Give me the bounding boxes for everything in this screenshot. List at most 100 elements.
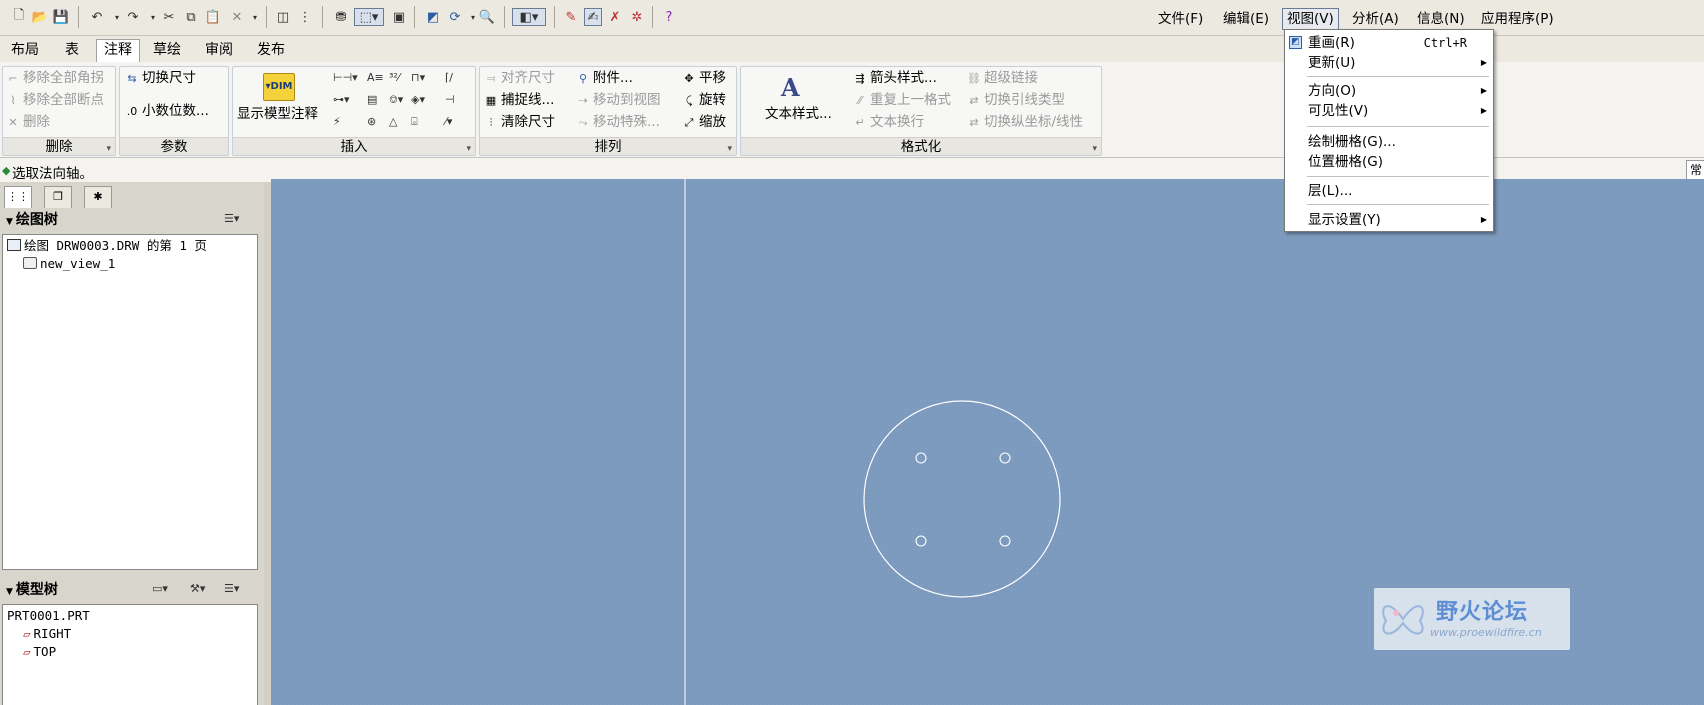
menu-edit[interactable]: 编辑(E) xyxy=(1219,8,1273,30)
tab-table[interactable]: 表 xyxy=(58,39,86,62)
menu-view[interactable]: 视图(V) xyxy=(1282,8,1339,30)
dimension-icon[interactable]: ⊢⊣▾ xyxy=(333,71,358,84)
note-icon[interactable]: A≡ xyxy=(367,71,384,84)
annotation-display-icon[interactable]: ✎ xyxy=(562,8,580,26)
properties-icon[interactable]: ▣ xyxy=(390,8,408,26)
tree-item-datum[interactable]: ▱ RIGHT xyxy=(23,625,71,643)
custom-symbol-icon[interactable]: ⁄▾ xyxy=(445,115,452,128)
redo-icon[interactable]: ↷ xyxy=(124,8,142,26)
gtol-icon[interactable]: ▤ xyxy=(367,93,377,106)
point-display-icon[interactable]: ✗ xyxy=(606,8,624,26)
filter-button[interactable]: 常 xyxy=(1686,160,1704,180)
delete-button[interactable]: ✕ 删除 xyxy=(6,111,50,133)
menu-file[interactable]: 文件(F) xyxy=(1154,8,1207,30)
scale-button[interactable]: ⤢ 缩放 xyxy=(682,111,726,133)
text-style-button[interactable]: 文本样式... xyxy=(765,103,832,125)
arrow-style-button[interactable]: ⇶ 箭头样式... xyxy=(853,67,936,89)
datum-feature-icon[interactable]: ⌈/ xyxy=(445,71,453,84)
bolt-hole[interactable] xyxy=(999,452,1011,464)
copy-icon[interactable]: ⧉ xyxy=(182,8,200,26)
tools-icon[interactable]: ⚒▾ xyxy=(190,582,205,598)
hyperlink-button[interactable]: ⛓ 超级链接 xyxy=(967,67,1038,89)
balloon-icon[interactable]: ◈▾ xyxy=(411,93,425,106)
delete-icon[interactable]: ✕ xyxy=(228,8,246,26)
zoom-icon[interactable]: 🔍 xyxy=(478,8,496,26)
remove-all-breaks-button[interactable]: ⌇ 移除全部断点 xyxy=(6,89,104,111)
remove-all-jogs-button[interactable]: ⌐ 移除全部角拐 xyxy=(6,67,104,89)
ordinate-icon[interactable]: ⚡ xyxy=(333,115,341,128)
tree-settings-icon[interactable]: ☰▾ xyxy=(224,212,239,228)
new-file-icon[interactable]: 🗋 xyxy=(10,8,28,26)
tree-item-drawing[interactable]: 绘图 DRW0003.DRW 的第 1 页 xyxy=(7,237,207,255)
bolt-hole[interactable] xyxy=(915,452,927,464)
weld-icon[interactable]: △ xyxy=(389,115,397,128)
tree-icon[interactable]: ⋮ xyxy=(296,8,314,26)
undo-icon[interactable]: ↶ xyxy=(88,8,106,26)
bolt-hole[interactable] xyxy=(999,535,1011,547)
show-model-annotations-icon[interactable]: ▾DIM xyxy=(263,73,295,101)
rotate-button[interactable]: ⤹ 旋转 xyxy=(682,89,726,111)
move-special-button[interactable]: ⤳ 移动特殊... xyxy=(576,111,660,133)
datum-display-icon[interactable]: ✍ xyxy=(584,8,602,26)
datum-target-icon[interactable]: ⊛ xyxy=(367,115,376,128)
menu-item-visibility[interactable]: 可见性(V) ▶ xyxy=(1285,101,1493,121)
ordinate-dim-icon[interactable]: ⊓▾ xyxy=(411,71,425,84)
refresh-icon[interactable]: ⟳ xyxy=(446,8,464,26)
toggle-dimension-button[interactable]: ⇆ 切换尺寸 xyxy=(125,67,196,89)
group-expand-icon[interactable]: ▾ xyxy=(106,144,111,154)
tree-item-view[interactable]: new_view_1 xyxy=(23,255,115,273)
layers-icon[interactable]: ◫ xyxy=(274,8,292,26)
tab-publish[interactable]: 发布 xyxy=(250,39,292,62)
toggle-ordinate-linear-button[interactable]: ⇄ 切换纵坐标/线性 xyxy=(967,111,1083,133)
menu-item-update[interactable]: 更新(U) ▶ xyxy=(1285,53,1493,73)
delete-dropdown-icon[interactable]: ▾ xyxy=(246,8,264,26)
group-expand-icon[interactable]: ▾ xyxy=(466,144,471,154)
menu-applications[interactable]: 应用程序(P) xyxy=(1477,8,1558,30)
find-icon[interactable]: ⛃ xyxy=(332,8,350,26)
text-style-icon[interactable]: A xyxy=(781,73,800,102)
cleanup-dimensions-button[interactable]: ⫶ 清除尺寸 xyxy=(484,111,555,133)
tab-review[interactable]: 审阅 xyxy=(198,39,240,62)
save-icon[interactable]: 💾 xyxy=(52,8,70,26)
show-model-annotations-button[interactable]: 显示模型注释 xyxy=(237,103,318,125)
tab-sketch[interactable]: 草绘 xyxy=(146,39,188,62)
move-to-view-button[interactable]: ⇢ 移动到视图 xyxy=(576,89,660,111)
tab-folder-browser[interactable]: ❐ xyxy=(44,186,72,208)
attachment-button[interactable]: ⚲ 附件... xyxy=(576,67,633,89)
tree-item-datum[interactable]: ▱ TOP xyxy=(23,643,56,661)
menu-analysis[interactable]: 分析(A) xyxy=(1348,8,1403,30)
surface-finish-icon[interactable]: ³²⁄ xyxy=(389,71,400,84)
bolt-hole[interactable] xyxy=(915,535,927,547)
repeat-last-format-button[interactable]: ⁄⁄ 重复上一格式 xyxy=(853,89,951,111)
tree-item-part[interactable]: PRT0001.PRT xyxy=(7,607,90,625)
menu-item-layers[interactable]: 层(L)... xyxy=(1285,181,1493,201)
align-dimensions-button[interactable]: ⫤ 对齐尺寸 xyxy=(484,67,555,89)
snap-lines-button[interactable]: ▦ 捕捉线... xyxy=(484,89,555,111)
open-folder-icon[interactable]: 📂 xyxy=(31,8,49,26)
menu-item-position-grid[interactable]: 位置栅格(G) xyxy=(1285,152,1493,172)
axis-icon[interactable]: ⊣ xyxy=(445,93,455,106)
show-icon[interactable]: ▭▾ xyxy=(152,582,168,598)
toggle-leader-type-button[interactable]: ⇄ 切换引线类型 xyxy=(967,89,1065,111)
tab-model-tree[interactable]: ⋮⋮ xyxy=(4,186,32,208)
paste-icon[interactable]: 📋 xyxy=(204,8,222,26)
select-box-icon[interactable]: ⬚▾ xyxy=(354,8,384,26)
tab-favorites[interactable]: ✱ xyxy=(84,186,112,208)
menu-info[interactable]: 信息(N) xyxy=(1413,8,1469,30)
collapse-icon[interactable]: ▼ xyxy=(6,587,13,597)
pan-button[interactable]: ✥ 平移 xyxy=(682,67,726,89)
symbol-icon[interactable]: ⎊▾ xyxy=(389,93,403,107)
group-expand-icon[interactable]: ▾ xyxy=(1092,144,1097,154)
reference-dim-icon[interactable]: ⊶▾ xyxy=(333,93,350,106)
decimal-places-button[interactable]: .0 小数位数... xyxy=(125,100,209,122)
csys-display-icon[interactable]: ✲ xyxy=(628,8,646,26)
text-wrap-button[interactable]: ↵ 文本换行 xyxy=(853,111,924,133)
help-icon[interactable]: ? xyxy=(660,8,678,26)
tab-annotate[interactable]: 注释 xyxy=(96,39,140,62)
collapse-icon[interactable]: ▼ xyxy=(6,217,13,227)
display-style-icon[interactable]: ◧▾ xyxy=(512,8,546,26)
menu-item-draft-grid[interactable]: 绘制栅格(G)... xyxy=(1285,132,1493,152)
group-expand-icon[interactable]: ▾ xyxy=(727,144,732,154)
sketch-note-icon[interactable]: ⌺ xyxy=(411,115,418,129)
flange-outline[interactable] xyxy=(863,400,1061,598)
